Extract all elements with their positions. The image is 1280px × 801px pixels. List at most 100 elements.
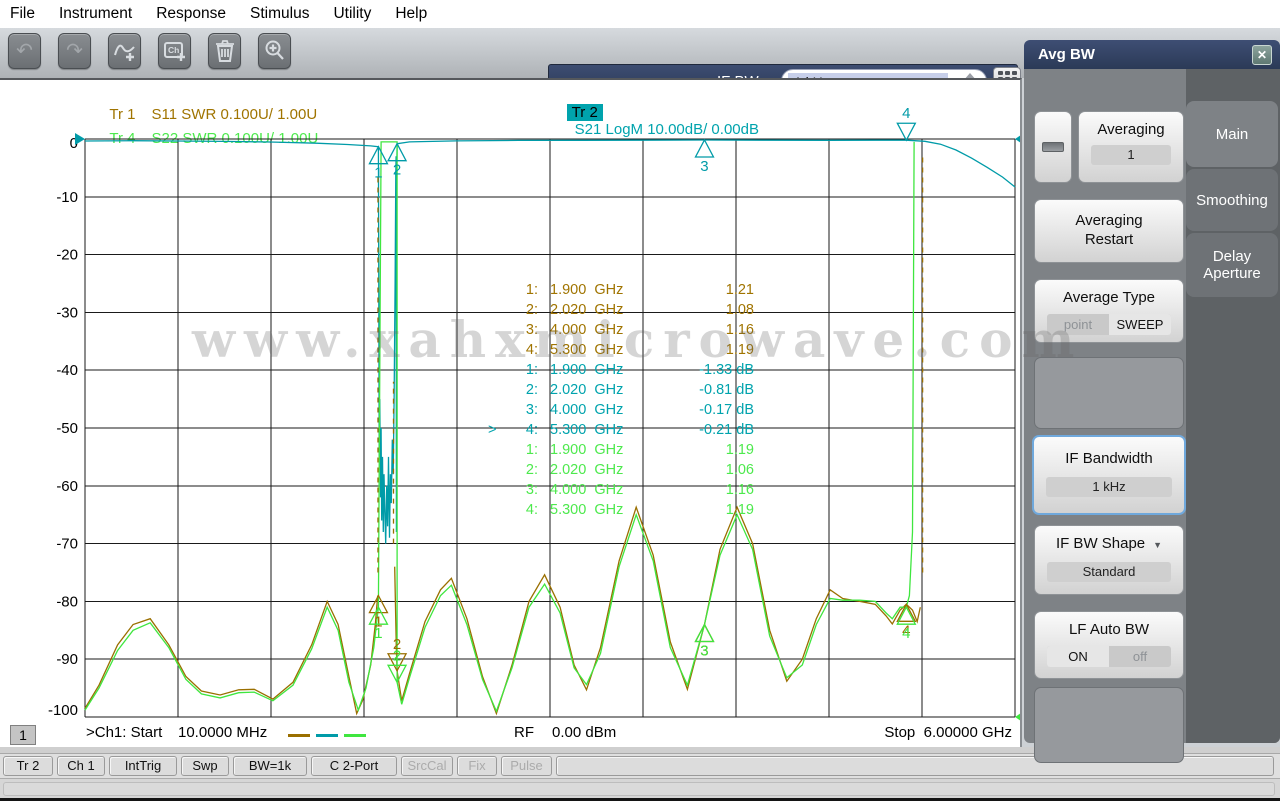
panel-tab-column: Main Smoothing Delay Aperture bbox=[1186, 69, 1280, 743]
marker-readout-row: 1: 1.900 GHz -1.33 dB bbox=[525, 362, 754, 378]
menu-item-stimulus[interactable]: Stimulus bbox=[250, 5, 309, 23]
tab-smoothing[interactable]: Smoothing bbox=[1186, 169, 1278, 231]
trash-icon bbox=[215, 40, 234, 62]
tab-main[interactable]: Main bbox=[1186, 101, 1278, 167]
legend-dash-tr4 bbox=[344, 734, 366, 737]
reference-level-indicator[interactable] bbox=[1015, 711, 1020, 723]
if-bw-shape-button[interactable]: IF BW Shape ▼ Standard bbox=[1034, 525, 1184, 595]
marker-readout-row: 2: 2.020 GHz 1.08 bbox=[525, 302, 754, 318]
if-bandwidth-value: 1 kHz bbox=[1046, 477, 1172, 497]
marker-readout-row: 3: 4.000 GHz 1.16 bbox=[525, 482, 754, 498]
marker-readout-row: 2: 2.020 GHz -0.81 dB bbox=[525, 382, 754, 398]
redo-button[interactable]: ↷ bbox=[58, 33, 91, 69]
menu-bar: File Instrument Response Stimulus Utility Hel… bbox=[0, 0, 1280, 28]
channel-start-label: >Ch1: Start bbox=[86, 724, 163, 741]
y-axis-tick-label: -50 bbox=[56, 420, 78, 437]
menu-item-instrument[interactable]: Instrument bbox=[59, 5, 132, 23]
blank-softkey-2 bbox=[1034, 687, 1184, 763]
marker-readout-row: >4: 5.300 GHz -0.21 dB bbox=[488, 422, 754, 438]
add-channel-button[interactable]: Ch bbox=[158, 33, 191, 69]
marker-3-s22-swr[interactable]: 3 bbox=[694, 623, 715, 660]
status-item-ch-1[interactable]: Ch 1 bbox=[57, 756, 105, 776]
status-item-pulse: Pulse bbox=[501, 756, 552, 776]
marker-4-s21-logm[interactable]: 4 bbox=[896, 105, 917, 142]
zoom-icon bbox=[265, 40, 284, 60]
y-axis-tick-label: -90 bbox=[56, 651, 78, 668]
channel-bar: 1 >Ch1: Start 10.0000 MHz RF 0.00 dBm St… bbox=[0, 724, 1020, 748]
averaging-button[interactable]: Averaging 1 bbox=[1078, 111, 1184, 183]
menu-item-utility[interactable]: Utility bbox=[333, 5, 371, 23]
add-trace-button[interactable] bbox=[108, 33, 141, 69]
marker-readout-row: 4: 5.300 GHz 1.19 bbox=[525, 502, 754, 518]
dropdown-arrow-icon: ▼ bbox=[1153, 540, 1163, 550]
marker-readout-row: 1: 1.900 GHz 1.19 bbox=[525, 442, 754, 458]
status-item-srccal: SrcCal bbox=[401, 756, 453, 776]
svg-text:4: 4 bbox=[902, 105, 910, 122]
status-item-swp[interactable]: Swp bbox=[181, 756, 229, 776]
message-strip bbox=[0, 778, 1280, 798]
blank-softkey-1 bbox=[1034, 357, 1184, 429]
plot-region: Tr 1 S11 SWR 0.100U/ 1.00U Tr 4 S22 SWR 0.… bbox=[0, 78, 1022, 747]
tab-delay-aperture[interactable]: Delay Aperture bbox=[1186, 233, 1278, 297]
status-item-c-2-port[interactable]: C 2-Port bbox=[311, 756, 397, 776]
menu-item-response[interactable]: Response bbox=[156, 5, 226, 23]
marker-readout-row: 2: 2.020 GHz 1.06 bbox=[525, 462, 754, 478]
lf-auto-bw-toggle[interactable]: ON off bbox=[1047, 646, 1171, 667]
channel-number-button[interactable]: 1 bbox=[10, 725, 36, 745]
reference-level-indicator[interactable] bbox=[1015, 133, 1020, 145]
svg-text:1: 1 bbox=[374, 165, 382, 182]
trace-s11-swr bbox=[84, 595, 379, 716]
message-inset bbox=[3, 782, 1275, 796]
delete-button[interactable] bbox=[208, 33, 241, 69]
stop-frequency: Stop 6.00000 GHz bbox=[884, 724, 1012, 741]
y-axis-tick-label: -10 bbox=[56, 189, 78, 206]
status-item-fix: Fix bbox=[457, 756, 497, 776]
marker-readout-row: 3: 4.000 GHz 1.16 bbox=[525, 322, 754, 338]
zoom-button[interactable] bbox=[258, 33, 291, 69]
menu-item-file[interactable]: File bbox=[10, 5, 35, 23]
rf-value: 0.00 dBm bbox=[552, 724, 617, 741]
average-type-button[interactable]: Average Type point SWEEP bbox=[1034, 279, 1184, 343]
panel-title: Avg BW bbox=[1024, 40, 1280, 69]
channel-start-value: 10.0000 MHz bbox=[178, 724, 268, 741]
add-channel-icon: Ch bbox=[163, 42, 185, 61]
redo-icon: ↷ bbox=[66, 40, 83, 62]
close-icon: ✕ bbox=[1256, 48, 1268, 62]
marker-readout-row: 3: 4.000 GHz -0.17 dB bbox=[525, 402, 754, 418]
undo-icon: ↶ bbox=[16, 40, 33, 62]
y-axis-tick-label: -70 bbox=[56, 536, 78, 553]
y-axis-tick-label: -80 bbox=[56, 593, 78, 610]
status-item-bw-1k[interactable]: BW=1k bbox=[233, 756, 307, 776]
marker-readout-row: 1: 1.900 GHz 1.21 bbox=[525, 282, 754, 298]
close-button[interactable]: ✕ bbox=[1252, 45, 1272, 65]
reference-level-indicator[interactable] bbox=[75, 133, 85, 145]
averaging-value: 1 bbox=[1091, 145, 1171, 165]
y-axis-tick-label: -30 bbox=[56, 304, 78, 321]
y-axis-tick-label: -100 bbox=[48, 702, 78, 719]
marker-readout-table: 1: 1.900 GHz 1.21 2: 2.020 GHz 1.08 3: 4.000 GH… bbox=[488, 280, 754, 520]
menu-item-help[interactable]: Help bbox=[395, 5, 427, 23]
status-item-tr-2[interactable]: Tr 2 bbox=[3, 756, 53, 776]
y-axis-tick-label: -40 bbox=[56, 362, 78, 379]
svg-text:2: 2 bbox=[393, 162, 401, 179]
averaging-toggle-button[interactable] bbox=[1034, 111, 1072, 183]
undo-button[interactable]: ↶ bbox=[8, 33, 41, 69]
svg-text:1: 1 bbox=[374, 625, 382, 642]
svg-text:3: 3 bbox=[700, 643, 708, 660]
svg-text:Ch: Ch bbox=[168, 45, 179, 55]
marker-3-s21-logm[interactable]: 3 bbox=[694, 138, 715, 175]
svg-text:3: 3 bbox=[700, 158, 708, 175]
if-bandwidth-button[interactable]: IF Bandwidth 1 kHz bbox=[1032, 435, 1186, 515]
marker-readout-row: 4: 5.300 GHz 1.19 bbox=[525, 342, 754, 358]
lf-auto-bw-button[interactable]: LF Auto BW ON off bbox=[1034, 611, 1184, 679]
trace-s11-swr bbox=[394, 505, 921, 716]
marker-4-s22-swr[interactable]: 4 bbox=[896, 605, 917, 642]
y-axis-tick-label: -20 bbox=[56, 247, 78, 264]
rf-label: RF bbox=[514, 724, 534, 741]
average-type-toggle[interactable]: point SWEEP bbox=[1047, 314, 1171, 335]
averaging-restart-button[interactable]: Averaging Restart bbox=[1034, 199, 1184, 263]
if-bw-shape-value: Standard bbox=[1047, 562, 1171, 582]
status-item-inttrig[interactable]: IntTrig bbox=[109, 756, 177, 776]
legend-dash-tr1 bbox=[288, 734, 310, 737]
y-axis-tick-label: -60 bbox=[56, 478, 78, 495]
